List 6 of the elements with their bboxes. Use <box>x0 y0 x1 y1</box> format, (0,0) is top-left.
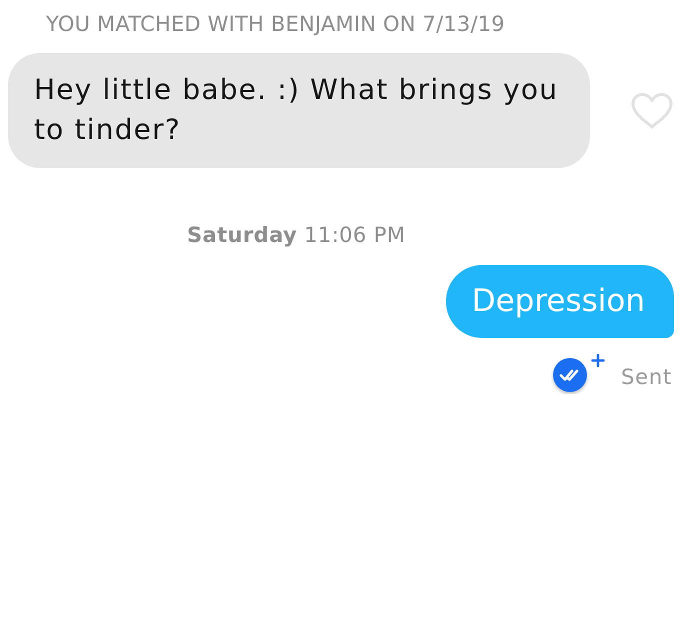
message-timestamp: Saturday 11:06 PM <box>187 223 406 247</box>
match-notice: YOU MATCHED WITH BENJAMIN ON 7/13/19 <box>46 11 505 37</box>
double-check-badge-icon[interactable] <box>551 354 607 394</box>
received-message-bubble: Hey little babe. :) What brings you to tinder? <box>8 53 590 168</box>
message-status: Sent <box>621 365 672 389</box>
sent-message-bubble: Depression <box>446 265 674 338</box>
